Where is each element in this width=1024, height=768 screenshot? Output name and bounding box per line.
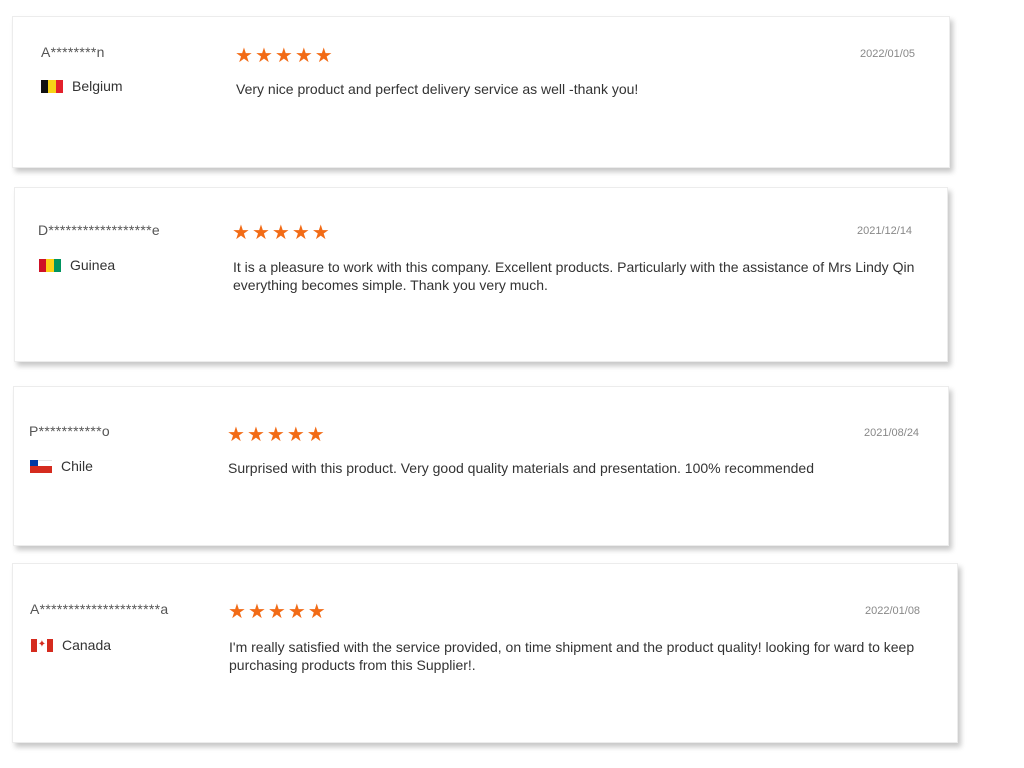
star-icon: ★ — [251, 222, 270, 244]
review-date: 2022/01/05 — [860, 48, 916, 60]
review-text: I'm really satisfied with the service pr… — [229, 639, 915, 673]
star-icon: ★ — [291, 222, 310, 244]
country-label: Canada — [62, 637, 112, 653]
review-text: Surprised with this product. Very good q… — [228, 460, 814, 476]
star-icon: ★ — [235, 45, 253, 67]
star-icon: ★ — [307, 601, 326, 623]
reviewer-name: A*********************a — [30, 601, 169, 617]
star-icon: ★ — [271, 222, 290, 244]
review-date: 2021/08/24 — [864, 427, 920, 439]
country-label: Chile — [61, 458, 93, 474]
reviewer-name: A********n — [41, 44, 105, 60]
reviewer-country: Guinea — [39, 257, 115, 273]
guinea-flag-icon — [39, 258, 61, 272]
review-text: It is a pleasure to work with this compa… — [233, 259, 915, 293]
canada-flag-icon: ✦ — [31, 638, 53, 652]
star-icon: ★ — [274, 45, 293, 67]
star-icon: ★ — [306, 424, 325, 446]
chile-flag-icon — [30, 459, 52, 473]
star-icon: ★ — [232, 222, 250, 244]
review-date: 2021/12/14 — [857, 225, 913, 237]
review-card: D******************e Guinea ★ ★ ★ ★ ★ 20… — [14, 187, 948, 362]
star-icon: ★ — [314, 45, 333, 67]
reviewer-country: Chile — [30, 458, 93, 474]
star-icon: ★ — [227, 424, 245, 446]
reviewer-name: D******************e — [38, 222, 160, 238]
star-icon: ★ — [228, 601, 246, 623]
review-card: A*********************a ✦ Canada ★ ★ ★ ★… — [12, 563, 958, 743]
star-icon: ★ — [247, 601, 266, 623]
star-icon: ★ — [267, 601, 286, 623]
star-icon: ★ — [254, 45, 273, 67]
country-label: Belgium — [72, 78, 123, 94]
reviewer-country: Belgium — [41, 78, 123, 94]
reviewer-name: P***********o — [29, 423, 110, 439]
star-rating: ★ ★ ★ ★ ★ — [228, 602, 326, 622]
star-rating: ★ ★ ★ ★ ★ — [227, 425, 325, 445]
country-label: Guinea — [70, 257, 116, 273]
star-rating: ★ ★ ★ ★ ★ — [232, 223, 330, 243]
belgium-flag-icon — [41, 79, 63, 93]
star-icon: ★ — [294, 45, 313, 67]
review-date: 2022/01/08 — [865, 605, 921, 617]
reviewer-country: ✦ Canada — [31, 637, 111, 653]
star-icon: ★ — [287, 601, 306, 623]
review-card: P***********o Chile ★ ★ ★ ★ ★ 2021/08/24… — [13, 386, 949, 546]
star-rating: ★ ★ ★ ★ ★ — [235, 46, 333, 66]
star-icon: ★ — [266, 424, 285, 446]
review-text: Very nice product and perfect delivery s… — [236, 81, 639, 97]
review-card: A********n Belgium ★ ★ ★ ★ ★ 2022/01/05 … — [12, 16, 950, 168]
star-icon: ★ — [246, 424, 265, 446]
star-icon: ★ — [286, 424, 305, 446]
star-icon: ★ — [311, 222, 330, 244]
